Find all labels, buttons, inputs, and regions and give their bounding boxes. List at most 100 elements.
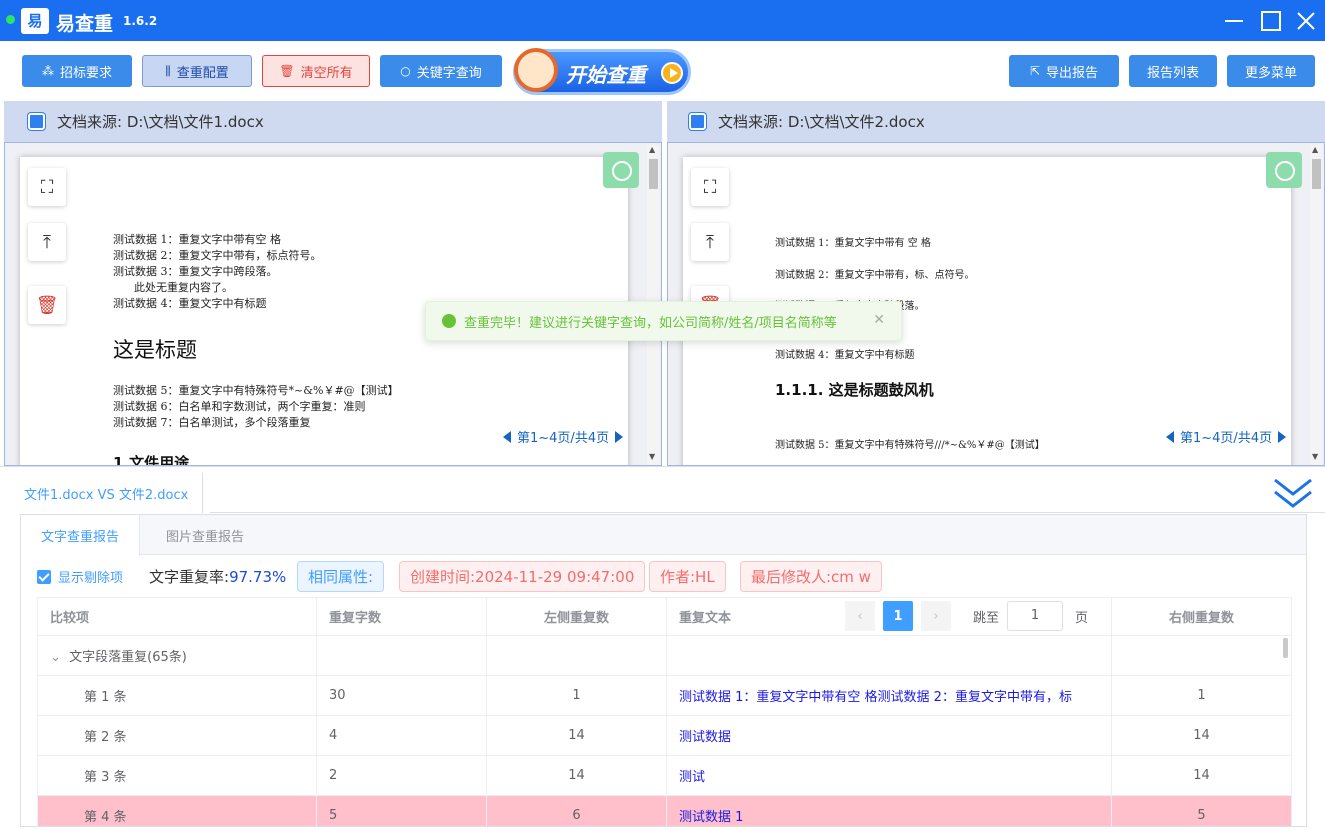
left-text-block-2: 测试数据 5：重复文字中有特殊符号*~&%￥#@【测试】 测试数据 6：白名单和… <box>113 384 399 429</box>
collapse-chevron-icon[interactable] <box>1273 474 1313 512</box>
share-icon: ⇱ <box>1029 64 1041 78</box>
success-toast: 查重完毕！建议进行关键字查询，如公司简称/姓名/项目名简称等 ✕ <box>425 301 902 341</box>
export-report-button[interactable]: ⇱ 导出报告 <box>1009 55 1119 87</box>
rate-value: 97.73% <box>229 567 287 586</box>
chevron-down-icon[interactable]: ⌄ <box>50 650 61 665</box>
row-right: 14 <box>1111 755 1292 796</box>
row-item: 第 3 条 <box>37 755 317 796</box>
col-right: 右侧重复数 <box>1111 597 1292 636</box>
fullscreen-icon[interactable]: ⛶ <box>28 168 66 206</box>
app-name: 易查重 <box>56 13 114 35</box>
app-version: 1.6.2 <box>123 14 158 28</box>
text-duplicate-rate: 文字重复率: 97.73% <box>149 567 287 587</box>
close-icon[interactable] <box>1293 8 1319 34</box>
table-row[interactable]: 第 2 条 4 14 测试数据 14 <box>37 715 1292 756</box>
table-header: 比较项 重复字数 左侧重复数 重复文本 右侧重复数 <box>37 597 1292 636</box>
table-row[interactable]: 第 1 条 30 1 测试数据 1：重复文字中带有空 格测试数据 2：重复文字中… <box>37 675 1292 716</box>
row-left: 14 <box>486 755 667 796</box>
upload-icon[interactable]: ⤒ <box>691 223 729 261</box>
check-config-button[interactable]: ⫼ 查重配置 <box>142 55 252 87</box>
jump-label: 跳至 <box>973 610 1000 626</box>
col-count: 重复字数 <box>316 597 487 636</box>
row-text[interactable]: 测试数据 1：重复文字中带有空 格测试数据 2：重复文字中带有，标 <box>666 675 1112 716</box>
next-page-icon[interactable] <box>615 430 624 443</box>
row-count: 5 <box>316 795 487 826</box>
check-done-icon <box>1266 152 1302 188</box>
delete-icon[interactable]: 🗑 <box>28 286 66 324</box>
row-right: 1 <box>1111 675 1292 716</box>
row-left: 6 <box>486 795 667 826</box>
right-scrollbar[interactable]: ▲ ▼ <box>1310 145 1322 465</box>
right-line-1: 测试数据 1：重复文字中带有 空 格 <box>775 238 931 249</box>
toast-close-icon[interactable]: ✕ <box>873 312 885 328</box>
magnifier-icon <box>514 48 558 92</box>
next-page-button[interactable]: › <box>921 601 951 631</box>
table-row[interactable]: 第 4 条 5 6 测试数据 1 5 <box>37 795 1292 826</box>
word-doc-icon <box>28 113 45 130</box>
col-item: 比较项 <box>37 597 317 636</box>
left-source-header: 文档来源: D:\文档\文件1.docx <box>4 101 662 142</box>
keyword-search-button[interactable]: ○ 关键字查询 <box>380 55 502 87</box>
page-number-current[interactable]: 1 <box>883 601 913 631</box>
play-icon <box>661 62 683 84</box>
left-text-block-1: 测试数据 1：重复文字中带有空 格 测试数据 2：重复文字中带有，标点符号。 测… <box>113 233 322 310</box>
search-icon: ○ <box>400 64 411 78</box>
title-bar: 易 易查重 1.6.2 <box>0 0 1325 41</box>
report-list-button[interactable]: 报告列表 <box>1129 55 1217 87</box>
prev-page-icon[interactable] <box>503 430 511 443</box>
table-pagination: ‹ 1 › 跳至 1 页 <box>845 601 1088 631</box>
col-left: 左侧重复数 <box>486 597 667 636</box>
right-heading: 1.1.1. 这是标题鼓风机 <box>775 381 934 399</box>
row-text[interactable]: 测试数据 1 <box>666 795 1112 826</box>
tab-text-report[interactable]: 文字查重报告 <box>21 515 141 556</box>
app-logo: 易 <box>21 8 49 34</box>
row-text[interactable]: 测试 <box>666 755 1112 796</box>
row-right: 14 <box>1111 715 1292 756</box>
bid-requirement-button[interactable]: ⁂ 招标要求 <box>22 55 132 87</box>
left-heading: 这是标题 <box>113 338 197 362</box>
start-check-button[interactable]: 开始查重 <box>513 48 691 95</box>
prev-page-icon[interactable] <box>1166 430 1174 443</box>
upload-icon[interactable]: ⤒ <box>28 223 66 261</box>
minimize-icon[interactable] <box>1221 8 1247 34</box>
row-count: 4 <box>316 715 487 756</box>
left-page-pager[interactable]: 第1~4页/共4页 <box>503 427 624 446</box>
next-page-icon[interactable] <box>1278 430 1287 443</box>
row-left: 14 <box>486 715 667 756</box>
show-removed-label[interactable]: 显示剔除项 <box>58 561 123 592</box>
more-menu-button[interactable]: 更多菜单 <box>1227 55 1315 87</box>
compare-file-tab[interactable]: 文件1.docx VS 文件2.docx <box>10 473 204 513</box>
clear-all-button[interactable]: 🗑 清空所有 <box>262 55 370 87</box>
jump-page-input[interactable]: 1 <box>1007 601 1064 631</box>
right-page-pager[interactable]: 第1~4页/共4页 <box>1166 427 1287 446</box>
table-scrollbar[interactable] <box>1283 638 1288 658</box>
group-row[interactable]: ⌄ 文字段落重复(65条) <box>37 635 1292 676</box>
row-item: 第 2 条 <box>37 715 317 756</box>
right-source-header: 文档来源: D:\文档\文件2.docx <box>667 101 1325 142</box>
table-row[interactable]: 第 3 条 2 14 测试 14 <box>37 755 1292 796</box>
trash-icon: 🗑 <box>279 64 295 78</box>
tab-image-report[interactable]: 图片查重报告 <box>146 515 264 555</box>
same-attr-tag: 相同属性: <box>297 561 385 592</box>
maximize-icon[interactable] <box>1258 8 1284 34</box>
right-line-5: 测试数据 5：重复文字中有特殊符号///*~&%￥#@【测试】 <box>775 440 1045 451</box>
group-label[interactable]: ⌄ 文字段落重复(65条) <box>37 635 317 676</box>
sitemap-icon: ⁂ <box>41 64 54 78</box>
row-left: 1 <box>486 675 667 716</box>
status-dot <box>6 15 15 24</box>
fullscreen-icon[interactable]: ⛶ <box>691 168 729 206</box>
author-tag: 作者:HL <box>649 561 726 592</box>
row-text[interactable]: 测试数据 <box>666 715 1112 756</box>
right-line-2: 测试数据 2：重复文字中带有，标、点符号。 <box>775 270 975 281</box>
right-source-path: D:\文档\文件2.docx <box>787 113 925 131</box>
right-line-4: 测试数据 4：重复文字中有标题 <box>775 350 915 361</box>
row-item: 第 4 条 <box>37 795 317 826</box>
sliders-icon: ⫼ <box>165 63 171 78</box>
row-right: 5 <box>1111 795 1292 826</box>
row-item: 第 1 条 <box>37 675 317 716</box>
toast-message: 查重完毕！建议进行关键字查询，如公司简称/姓名/项目名简称等 <box>464 315 837 331</box>
left-source-path: D:\文档\文件1.docx <box>126 113 264 131</box>
show-removed-checkbox[interactable] <box>37 570 51 584</box>
report-card: 文字查重报告 图片查重报告 显示剔除项 文字重复率: 97.73% 相同属性: 创… <box>20 514 1307 827</box>
prev-page-button[interactable]: ‹ <box>845 601 875 631</box>
